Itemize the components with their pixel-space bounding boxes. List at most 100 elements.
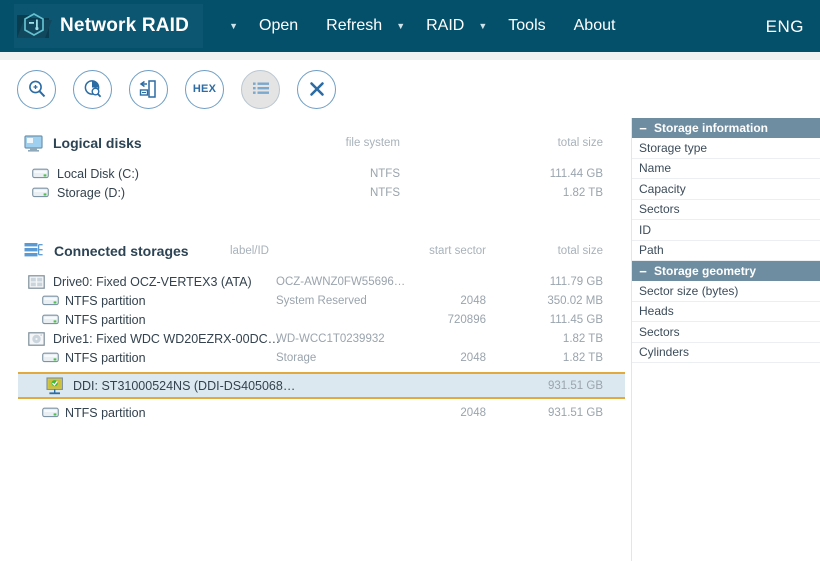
menu-item-open[interactable]: ▼ Open <box>229 0 312 52</box>
property-row-heads[interactable]: Heads <box>632 301 820 322</box>
property-label: Name <box>639 161 672 176</box>
cell-label-id: WD-WCC1T0239932 <box>276 332 385 345</box>
close-icon[interactable] <box>297 69 336 109</box>
app-title: Network RAID <box>60 15 190 36</box>
menu-item-tools[interactable]: ▼ Tools <box>478 0 559 52</box>
list-item[interactable]: Local Disk (C:) NTFS 111.44 GB <box>0 164 631 183</box>
list-item-label: NTFS partition <box>65 293 146 308</box>
list-item-label: NTFS partition <box>65 350 146 365</box>
cell-start-sector: 2048 <box>460 351 486 364</box>
property-row-sector-size[interactable]: Sector size (bytes) <box>632 281 820 302</box>
search-icon[interactable] <box>17 69 56 109</box>
list-view-icon[interactable] <box>241 69 280 109</box>
cell-file-system: NTFS <box>369 186 400 199</box>
disk-scan-icon[interactable] <box>73 69 112 109</box>
logical-disks-header: Logical disks file system total size <box>0 130 631 156</box>
list-item-label: DDI: ST31000524NS (DDI-DS405068… <box>73 378 296 393</box>
hex-folder-logo-icon <box>14 6 54 46</box>
cell-total-size: 1.82 TB <box>562 332 603 345</box>
property-label: Path <box>639 243 664 258</box>
monitor-icon <box>24 134 43 152</box>
list-item-selected[interactable]: DDI: ST31000524NS (DDI-DS405068… 931.51 … <box>18 372 625 399</box>
property-label: Sector size (bytes) <box>639 283 739 298</box>
logical-disks-group: Logical disks file system total size Loc… <box>0 130 631 202</box>
cell-start-sector: 720896 <box>447 313 486 326</box>
hex-viewer-icon[interactable]: HEX <box>185 69 224 109</box>
property-row-path[interactable]: Path <box>632 240 820 261</box>
menu-label-raid: RAID <box>426 17 465 34</box>
property-row-name[interactable]: Name <box>632 158 820 179</box>
list-item-label: NTFS partition <box>65 405 146 420</box>
cell-start-sector: 2048 <box>460 294 486 307</box>
file-recovery-icon[interactable] <box>129 69 168 109</box>
chevron-down-icon: ▼ <box>396 20 406 31</box>
app-header: Network RAID ▼ Open Refresh ▼ RAID ▼ Too… <box>0 0 820 52</box>
list-item[interactable]: NTFS partition 2048 931.51 GB <box>0 403 631 422</box>
drive-icon <box>32 167 49 180</box>
property-label: Heads <box>639 304 674 319</box>
storages-icon <box>24 242 44 260</box>
list-item[interactable]: Storage (D:) NTFS 1.82 TB <box>0 183 631 202</box>
drive-icon <box>32 186 49 199</box>
menu-item-raid[interactable]: ▼ RAID <box>396 0 478 52</box>
property-label: ID <box>639 222 651 237</box>
cell-file-system: NTFS <box>369 167 400 180</box>
language-selector[interactable]: ENG <box>766 17 804 37</box>
toolbar: HEX <box>0 60 820 119</box>
sidebar-section-storage-geometry[interactable]: − Storage geometry <box>632 261 820 281</box>
list-item-label: NTFS partition <box>65 312 146 327</box>
property-label: Storage type <box>639 140 708 155</box>
property-row-storage-type[interactable]: Storage type <box>632 138 820 159</box>
list-item[interactable]: Drive1: Fixed WDC WD20EZRX-00DC… WD-WCC1… <box>0 329 631 348</box>
list-item[interactable]: NTFS partition System Reserved 2048 350.… <box>0 291 631 310</box>
sidebar-section-title: Storage information <box>654 121 769 135</box>
menu-label-tools: Tools <box>508 17 546 34</box>
cell-total-size: 111.79 GB <box>549 275 603 288</box>
property-row-cylinders[interactable]: Cylinders <box>632 342 820 363</box>
property-label: Capacity <box>639 181 686 196</box>
cell-start-sector: 2048 <box>460 406 486 419</box>
cell-total-size: 111.45 GB <box>549 313 603 326</box>
logical-disks-title: Logical disks <box>53 135 142 151</box>
storage-list-panel: Logical disks file system total size Loc… <box>0 118 632 561</box>
sidebar-section-storage-information[interactable]: − Storage information <box>632 118 820 138</box>
cell-total-size: 931.51 GB <box>548 379 603 392</box>
chevron-down-icon: ▼ <box>478 20 488 31</box>
property-row-sectors[interactable]: Sectors <box>632 199 820 220</box>
column-header-start-sector: start sector <box>429 245 486 257</box>
list-item-label: Storage (D:) <box>57 185 126 200</box>
column-header-total-size: total size <box>557 137 603 149</box>
property-label: Sectors <box>639 202 680 217</box>
sidebar-section-title: Storage geometry <box>654 264 757 278</box>
collapse-minus-icon[interactable]: − <box>632 264 654 279</box>
partition-icon <box>42 406 59 419</box>
menu-label-about: About <box>573 17 616 34</box>
list-item-label: Drive1: Fixed WDC WD20EZRX-00DC… <box>53 331 281 346</box>
properties-sidebar: − Storage information Storage type Name … <box>632 118 820 561</box>
list-item[interactable]: NTFS partition Storage 2048 1.82 TB <box>0 348 631 367</box>
property-row-sectors-geometry[interactable]: Sectors <box>632 322 820 343</box>
cell-total-size: 111.44 GB <box>549 167 603 180</box>
menu-item-refresh[interactable]: Refresh <box>312 0 396 52</box>
ddi-icon <box>46 376 65 395</box>
cell-total-size: 931.51 GB <box>548 406 603 419</box>
property-row-id[interactable]: ID <box>632 220 820 241</box>
list-item[interactable]: NTFS partition 720896 111.45 GB <box>0 310 631 329</box>
property-label: Sectors <box>639 324 680 339</box>
property-label: Cylinders <box>639 345 690 360</box>
cell-label-id: System Reserved <box>276 294 367 307</box>
list-item-label: Local Disk (C:) <box>57 166 139 181</box>
ssd-icon <box>28 274 45 289</box>
column-header-label-id: label/ID <box>230 245 269 257</box>
main-menu: ▼ Open Refresh ▼ RAID ▼ Tools About <box>229 0 629 52</box>
property-row-capacity[interactable]: Capacity <box>632 179 820 200</box>
collapse-minus-icon[interactable]: − <box>632 121 654 136</box>
chevron-down-icon: ▼ <box>229 20 239 31</box>
menu-item-about[interactable]: About <box>560 0 630 52</box>
cell-total-size: 1.82 TB <box>562 351 603 364</box>
partition-icon <box>42 294 59 307</box>
list-item[interactable]: Drive0: Fixed OCZ-VERTEX3 (ATA) OCZ-AWNZ… <box>0 272 631 291</box>
partition-icon <box>42 351 59 364</box>
connected-storages-group: Connected storages label/ID start sector… <box>0 238 631 422</box>
connected-storages-title: Connected storages <box>54 243 189 259</box>
